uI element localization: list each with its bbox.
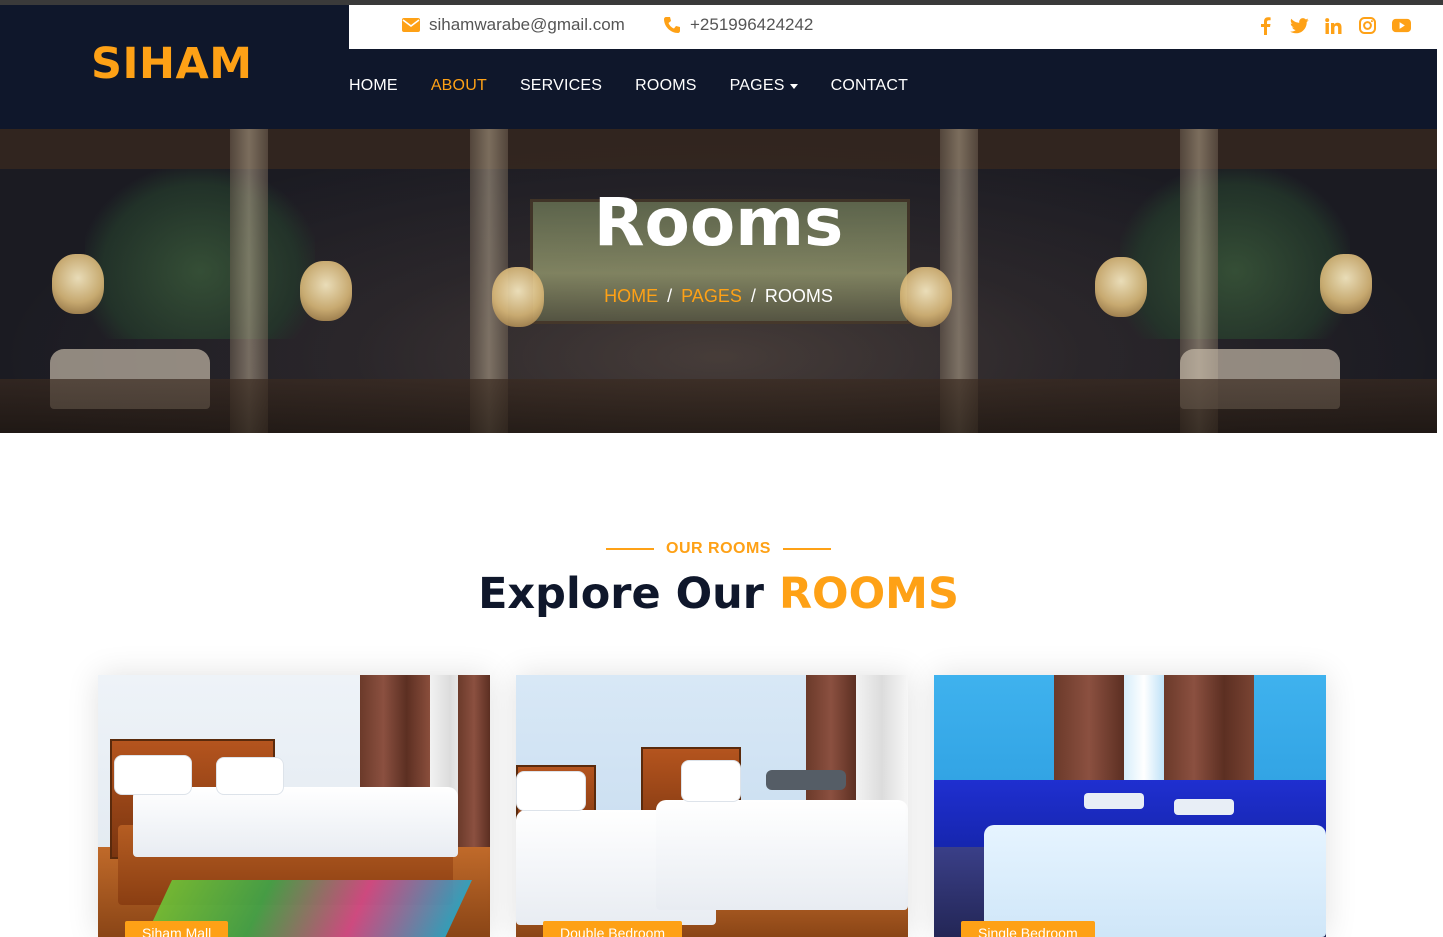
room-label: Double Bedroom <box>543 921 683 937</box>
linkedin-icon[interactable] <box>1324 16 1343 35</box>
bed-pillow <box>216 757 284 795</box>
bed-mattress <box>133 787 458 857</box>
hero-bg-floor <box>0 379 1437 433</box>
nav-contact[interactable]: CONTACT <box>831 77 909 95</box>
brand-logo[interactable]: SIHAM <box>91 39 253 89</box>
section-title: Explore Our ROOMS <box>0 569 1437 619</box>
phone-text: +251996424242 <box>690 15 814 34</box>
instagram-icon[interactable] <box>1358 16 1377 35</box>
page-title: Rooms <box>593 184 844 261</box>
room-card[interactable]: Double Bedroom <box>516 675 908 937</box>
nav-pages-label: PAGES <box>729 77 785 94</box>
section-subtitle: OUR ROOMS <box>0 540 1437 558</box>
nav-services[interactable]: SERVICES <box>520 77 602 95</box>
phone-contact[interactable]: +251996424242 <box>662 15 813 35</box>
subtitle-line-right <box>782 548 831 550</box>
facebook-icon[interactable] <box>1256 16 1275 35</box>
youtube-icon[interactable] <box>1392 16 1411 35</box>
page-hero-banner: Rooms HOME / PAGES / ROOMS <box>0 129 1437 433</box>
room-chair <box>766 770 846 790</box>
nav-home[interactable]: HOME <box>349 77 398 95</box>
subtitle-text: OUR ROOMS <box>666 540 771 557</box>
hero-bg-ceiling <box>0 129 1437 169</box>
breadcrumb-pages[interactable]: PAGES <box>681 286 742 306</box>
room-image <box>934 675 1326 937</box>
bed-pillow <box>114 755 192 795</box>
nav-about[interactable]: ABOUT <box>431 77 487 95</box>
room-image <box>516 675 908 937</box>
site-header: SIHAM sihamwarabe@gmail.com +25199642424… <box>0 5 1437 129</box>
room-cushion <box>1174 799 1234 815</box>
section-title-plain: Explore Our <box>478 569 764 619</box>
breadcrumb-separator: / <box>750 286 756 306</box>
breadcrumb: HOME / PAGES / ROOMS <box>0 286 1437 307</box>
subtitle-line-left <box>606 548 655 550</box>
top-contact-bar: sihamwarabe@gmail.com +251996424242 <box>349 5 1437 49</box>
social-links <box>1256 16 1411 35</box>
bed-pillow <box>516 771 586 811</box>
nav-pages-dropdown[interactable]: PAGES <box>730 77 798 95</box>
bed-pillow <box>681 760 741 802</box>
room-card[interactable]: Siham Mall <box>98 675 490 937</box>
email-text: sihamwarabe@gmail.com <box>429 15 625 34</box>
nav-rooms[interactable]: ROOMS <box>635 77 696 95</box>
twitter-icon[interactable] <box>1290 16 1309 35</box>
room-image <box>98 675 490 937</box>
breadcrumb-home[interactable]: HOME <box>604 286 658 306</box>
main-nav: HOME ABOUT SERVICES ROOMS PAGES CONTACT <box>349 77 941 95</box>
section-title-highlight: ROOMS <box>778 569 959 619</box>
room-card[interactable]: Single Bedroom <box>934 675 1326 937</box>
envelope-icon <box>401 15 421 35</box>
room-label: Single Bedroom <box>961 921 1095 937</box>
bed-mattress <box>656 800 908 910</box>
room-cushion <box>1084 793 1144 809</box>
phone-icon <box>662 15 682 35</box>
breadcrumb-separator: / <box>667 286 673 306</box>
caret-down-icon <box>789 83 798 89</box>
email-contact[interactable]: sihamwarabe@gmail.com <box>401 15 625 35</box>
breadcrumb-current: ROOMS <box>764 286 833 306</box>
room-label: Siham Mall <box>125 921 229 937</box>
